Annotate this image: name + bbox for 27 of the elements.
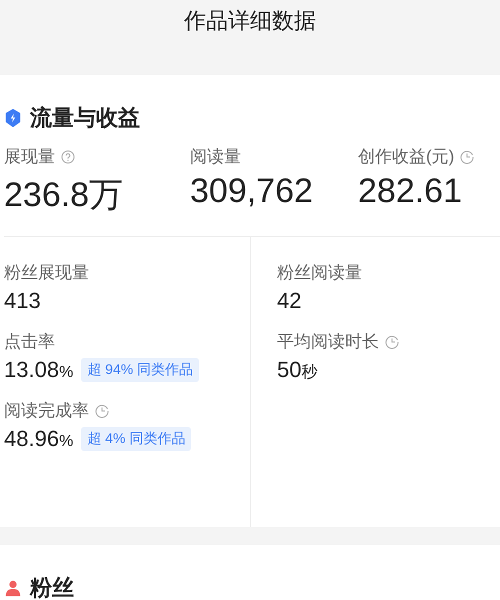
metric-label: 粉丝展现量 xyxy=(4,262,89,284)
comparison-tag: 超 94% 同类作品 xyxy=(81,358,200,382)
page-title: 作品详细数据 xyxy=(184,7,316,35)
metric-label: 展现量 xyxy=(4,146,55,168)
metric-label: 粉丝阅读量 xyxy=(277,262,362,284)
clock-icon[interactable] xyxy=(95,404,109,418)
lightning-icon xyxy=(4,109,22,127)
metric-label: 阅读完成率 xyxy=(4,400,89,422)
metric-value: 309,762 xyxy=(190,172,313,211)
section-title: 流量与收益 xyxy=(30,104,140,132)
metric-value: 236.8万 xyxy=(4,175,124,216)
metric-value: 282.61 xyxy=(358,172,462,211)
help-icon[interactable] xyxy=(61,150,75,164)
metric-label: 平均阅读时长 xyxy=(277,331,379,353)
person-icon xyxy=(4,579,22,597)
metric-label: 创作收益(元) xyxy=(358,146,454,168)
section-title: 粉丝 xyxy=(30,574,74,600)
metric-value: 50秒 xyxy=(277,357,318,383)
metric-label: 点击率 xyxy=(4,331,55,353)
metric-value: 48.96% xyxy=(4,426,74,452)
comparison-tag: 超 4% 同类作品 xyxy=(81,427,192,451)
metric-label: 阅读量 xyxy=(190,146,241,168)
metric-value: 13.08% xyxy=(4,357,74,383)
metric-value: 42 xyxy=(277,288,302,314)
metric-value: 413 xyxy=(4,288,41,314)
clock-icon[interactable] xyxy=(385,334,399,348)
clock-icon[interactable] xyxy=(460,150,474,164)
